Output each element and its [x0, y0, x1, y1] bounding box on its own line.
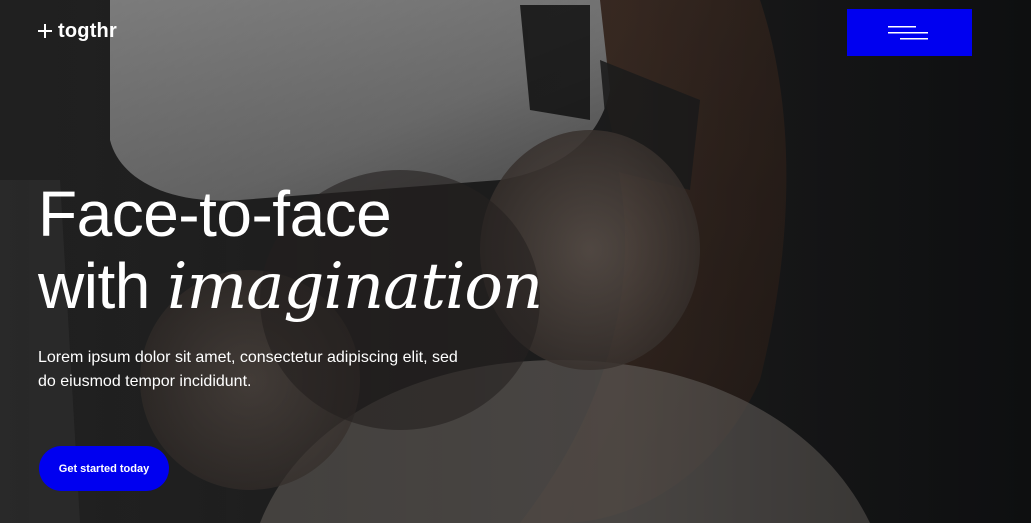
plus-arrow-logo-icon: [38, 24, 52, 38]
headline-emphasis: imagination: [167, 250, 543, 324]
brand-logo-link[interactable]: togthr: [38, 19, 117, 43]
site-header: togthr: [0, 0, 1031, 60]
hero-subtext: Lorem ipsum dolor sit amet, consectetur …: [38, 349, 458, 390]
headline-line-2-prefix: with: [38, 250, 168, 322]
hamburger-menu-icon: [888, 26, 928, 40]
hero-headline: Face-to-face with imagination: [38, 178, 543, 324]
headline-line-1: Face-to-face: [38, 178, 392, 250]
brand-name: togthr: [58, 20, 117, 42]
get-started-button[interactable]: Get started today: [39, 446, 169, 491]
menu-button[interactable]: [847, 9, 972, 56]
hero-section: togthr Face-to-face with imagination Lor…: [0, 0, 1031, 523]
headline-line-2: with imagination: [38, 250, 543, 324]
